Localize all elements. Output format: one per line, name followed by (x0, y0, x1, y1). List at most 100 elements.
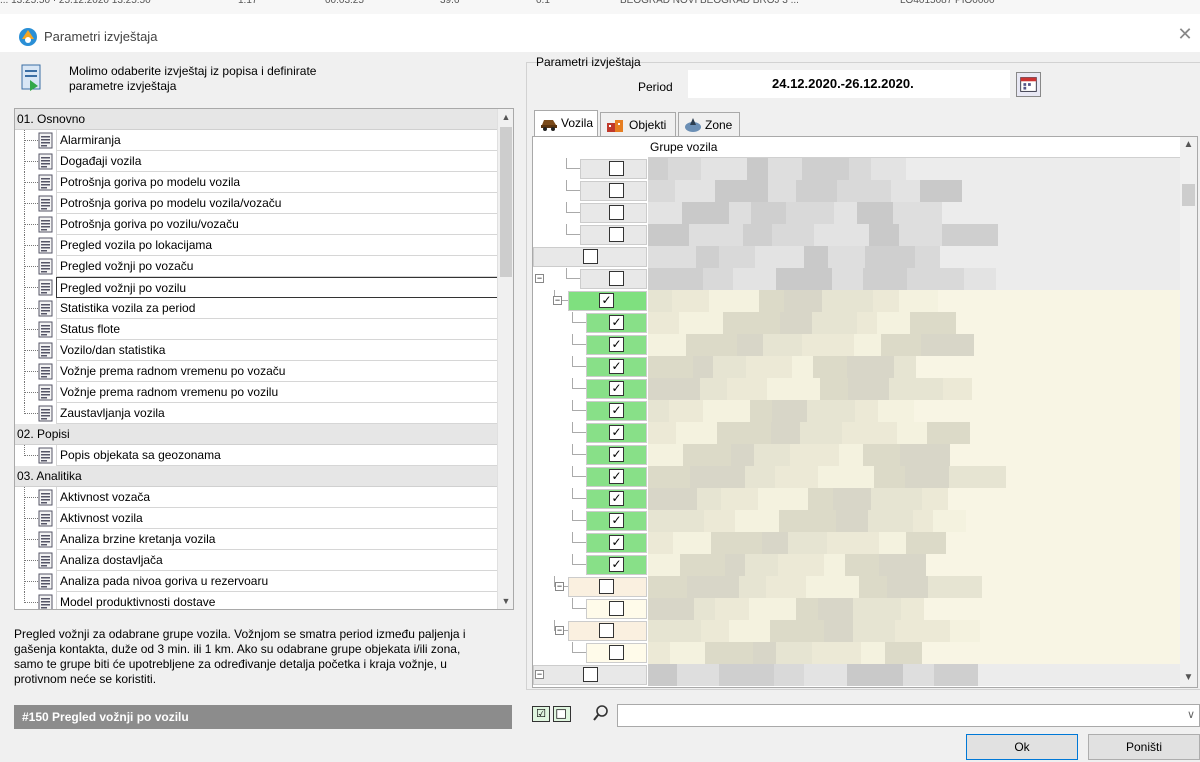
report-item[interactable]: Vozilo/dan statistika (15, 340, 498, 361)
tree-checkbox[interactable] (599, 623, 614, 638)
tree-scrollbar[interactable]: ▲ ▼ (1180, 137, 1197, 687)
report-item[interactable]: Događaji vozila (15, 151, 498, 172)
report-item-cell: Statistika vozila za period (56, 298, 498, 319)
cancel-button[interactable]: Poništi (1088, 734, 1200, 760)
close-button[interactable]: ✕ (1176, 25, 1194, 44)
report-item[interactable]: Pregled vožnji po vozilu (15, 277, 498, 298)
report-category[interactable]: 03. Analitika (15, 466, 498, 487)
tree-checkbox[interactable]: ✓ (609, 491, 624, 506)
collapse-icon[interactable]: − (535, 670, 544, 679)
tree-row[interactable] (533, 224, 1180, 246)
tree-checkbox[interactable] (609, 645, 624, 660)
tree-row[interactable]: ✓ (533, 378, 1180, 400)
report-item[interactable]: Vožnje prema radnom vremenu po vozilu (15, 382, 498, 403)
tree-checkbox[interactable] (609, 161, 624, 176)
scroll-down-icon[interactable]: ▼ (498, 593, 514, 609)
report-item[interactable]: Analiza dostavljača (15, 550, 498, 571)
tree-row[interactable] (533, 642, 1180, 664)
report-item[interactable]: Analiza brzine kretanja vozila (15, 529, 498, 550)
tree-row[interactable]: ✓ (533, 444, 1180, 466)
report-item[interactable]: Vožnje prema radnom vremenu po vozaču (15, 361, 498, 382)
tree-row[interactable] (533, 158, 1180, 180)
tree-checkbox[interactable] (609, 227, 624, 242)
tree-row[interactable] (533, 598, 1180, 620)
scroll-up-icon[interactable]: ▲ (1180, 137, 1197, 153)
scroll-thumb[interactable] (1182, 184, 1195, 206)
tree-row[interactable]: − (533, 576, 1180, 598)
tree-row[interactable]: ✓ (533, 400, 1180, 422)
report-item[interactable]: Pregled vožnji po vozaču (15, 256, 498, 277)
report-item[interactable]: Popis objekata sa geozonama (15, 445, 498, 466)
search-icon[interactable] (592, 704, 610, 722)
calendar-icon[interactable] (1016, 72, 1041, 97)
tree-row[interactable]: ✓ (533, 554, 1180, 576)
tree-row[interactable]: − (533, 620, 1180, 642)
report-item[interactable]: Potrošnja goriva po modelu vozila (15, 172, 498, 193)
tree-row[interactable]: ✓ (533, 488, 1180, 510)
tree-checkbox[interactable]: ✓ (609, 359, 624, 374)
report-item[interactable]: Statistika vozila za period (15, 298, 498, 319)
tree-row[interactable]: ✓ (533, 422, 1180, 444)
tree-row[interactable]: ✓ (533, 466, 1180, 488)
scroll-thumb[interactable] (500, 127, 512, 277)
report-category[interactable]: 02. Popisi (15, 424, 498, 445)
tree-row[interactable]: ✓ (533, 312, 1180, 334)
tree-row[interactable] (533, 202, 1180, 224)
tree-row[interactable]: ✓ (533, 356, 1180, 378)
tree-row[interactable]: ✓ (533, 334, 1180, 356)
tree-checkbox[interactable] (609, 601, 624, 616)
tree-row[interactable]: ✓ (533, 510, 1180, 532)
tree-checkbox[interactable] (609, 271, 624, 286)
tree-row[interactable]: ✓ − (533, 290, 1180, 312)
tree-checkbox[interactable]: ✓ (609, 425, 624, 440)
tree-checkbox[interactable]: ✓ (599, 293, 614, 308)
collapse-icon[interactable]: − (555, 582, 564, 591)
tab-zone[interactable]: Zone (678, 112, 740, 136)
tree-checkbox[interactable]: ✓ (609, 403, 624, 418)
tree-row[interactable]: − (533, 664, 1180, 686)
report-list[interactable]: 01. Osnovno Alarmiranja Događaji vozila Pot… (14, 108, 514, 610)
uncheck-all-icon[interactable] (553, 706, 571, 722)
report-item[interactable]: Potrošnja goriva po modelu vozila/vozaču (15, 193, 498, 214)
tree-checkbox[interactable]: ✓ (609, 557, 624, 572)
report-category[interactable]: 01. Osnovno (15, 109, 498, 130)
report-item[interactable]: Alarmiranja (15, 130, 498, 151)
report-item[interactable]: Aktivnost vozila (15, 508, 498, 529)
tree-checkbox[interactable] (583, 249, 598, 264)
report-item[interactable]: Status flote (15, 319, 498, 340)
tab-objekti[interactable]: Objekti (600, 112, 676, 136)
scroll-down-icon[interactable]: ▼ (1180, 670, 1197, 686)
tree-checkbox[interactable]: ✓ (609, 381, 624, 396)
tree-row[interactable]: ✓ (533, 532, 1180, 554)
tree-checkbox[interactable] (609, 205, 624, 220)
tab-vozila[interactable]: Vozila (534, 110, 598, 137)
tree-checkbox[interactable] (599, 579, 614, 594)
tree-checkbox[interactable] (609, 183, 624, 198)
report-item[interactable]: Potrošnja goriva po vozilu/vozaču (15, 214, 498, 235)
tree-checkbox[interactable]: ✓ (609, 513, 624, 528)
report-item[interactable]: Zaustavljanja vozila (15, 403, 498, 424)
collapse-icon[interactable]: − (555, 626, 564, 635)
report-item[interactable]: Model produktivnosti dostave (15, 592, 498, 609)
tree-row[interactable]: − (533, 268, 1180, 290)
tree-checkbox[interactable]: ✓ (609, 535, 624, 550)
period-field[interactable]: 24.12.2020.-26.12.2020. (688, 70, 1010, 98)
tree-checkbox[interactable]: ✓ (609, 447, 624, 462)
tree-row[interactable] (533, 180, 1180, 202)
filter-input[interactable]: ∨ (617, 704, 1200, 727)
report-list-scrollbar[interactable]: ▲ ▼ (497, 109, 513, 609)
report-item[interactable]: Analiza pada nivoa goriva u rezervoaru (15, 571, 498, 592)
scroll-up-icon[interactable]: ▲ (498, 109, 514, 125)
tree-row[interactable] (533, 246, 1180, 268)
tree-checkbox[interactable]: ✓ (609, 469, 624, 484)
collapse-icon[interactable]: − (553, 296, 562, 305)
report-item[interactable]: Aktivnost vozača (15, 487, 498, 508)
check-all-button[interactable]: ☑ (532, 706, 550, 722)
report-item[interactable]: Pregled vozila po lokacijama (15, 235, 498, 256)
tree-checkbox[interactable] (583, 667, 598, 682)
ok-button[interactable]: Ok (966, 734, 1078, 760)
tree-checkbox[interactable]: ✓ (609, 315, 624, 330)
collapse-icon[interactable]: − (535, 274, 544, 283)
chevron-down-icon[interactable]: ∨ (1187, 708, 1195, 721)
tree-checkbox[interactable]: ✓ (609, 337, 624, 352)
